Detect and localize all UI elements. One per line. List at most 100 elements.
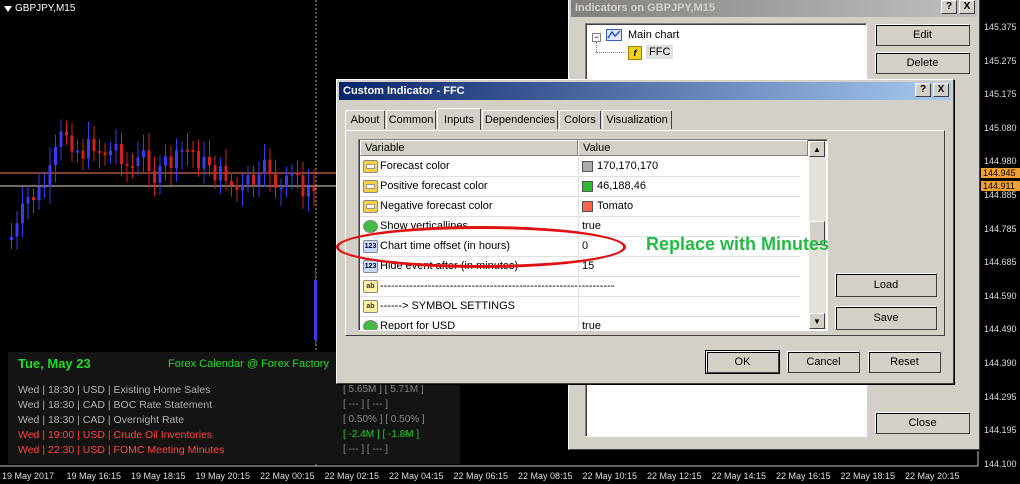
candle-body (125, 164, 129, 167)
color-swatch (582, 180, 593, 192)
time-tick: 19 May 16:15 (66, 471, 122, 481)
reset-button[interactable]: Reset (868, 351, 941, 373)
input-row[interactable]: Negative forecast color Tomato (360, 197, 800, 217)
input-row[interactable]: Report for USD true (360, 317, 800, 331)
tree-ffc[interactable]: FFC (646, 45, 674, 59)
scroll-up-icon[interactable]: ▲ (809, 141, 825, 157)
tab-about[interactable]: About (345, 110, 385, 129)
symbol-label: GBPJPY,M15 (4, 3, 75, 14)
param-value[interactable]: 170,170,170 (582, 160, 658, 172)
candle-body (202, 156, 206, 169)
calendar-date: Tue, May 23 (18, 356, 91, 371)
cancel-button[interactable]: Cancel (787, 351, 860, 373)
param-value[interactable]: true (582, 320, 601, 331)
highlight-ellipse (336, 226, 626, 268)
tab-inputs[interactable]: Inputs (437, 108, 481, 130)
calendar-event-values: [ 5.65M ] [ 5.71M ] (343, 384, 424, 395)
close-button[interactable]: Close (875, 412, 970, 434)
color-swatch (582, 160, 593, 172)
tab-colors[interactable]: Colors (559, 110, 601, 129)
candle-body (76, 150, 79, 153)
dialog-titlebar[interactable]: Custom Indicator - FFC ? X (339, 82, 951, 100)
col-separator (578, 317, 579, 330)
col-separator (578, 197, 579, 217)
candle-body (268, 159, 272, 175)
candle-body (312, 186, 316, 192)
input-row[interactable]: ab --------------------------------------… (360, 277, 800, 297)
tree-line-h (596, 52, 626, 53)
time-tick: 22 May 12:15 (647, 471, 702, 481)
candle-body (10, 236, 13, 240)
input-row[interactable]: ab ------> SYMBOL SETTINGS (360, 297, 800, 317)
candle-body (43, 186, 46, 189)
indicators-title: Indicators on GBPJPY,M15 (575, 2, 715, 14)
price-tick: 144.685 (984, 257, 1017, 268)
time-tick: 22 May 16:15 (776, 471, 831, 481)
col-separator (578, 297, 579, 317)
price-tick: 144.295 (984, 391, 1017, 402)
edit-button[interactable]: Edit (875, 24, 970, 46)
candle-body (37, 186, 41, 201)
ok-button[interactable]: OK (705, 350, 780, 374)
annotation-text: Replace with Minutes (646, 234, 830, 254)
time-tick: 22 May 10:15 (582, 471, 638, 481)
col-variable[interactable]: Variable (360, 140, 578, 156)
tab-common[interactable]: Common (386, 110, 436, 129)
tab-dependencies[interactable]: Dependencies (482, 110, 558, 129)
delete-button[interactable]: Delete (875, 52, 970, 74)
help-button[interactable]: ? (941, 0, 957, 14)
calendar-event: Wed | 19:00 | USD | Crude Oil Inventorie… (18, 429, 213, 441)
param-value-text: true (582, 220, 601, 232)
candle-body (279, 187, 283, 190)
param-value[interactable]: 46,188,46 (582, 180, 646, 192)
collapse-icon[interactable]: − (592, 33, 601, 42)
price-tick: 145.375 (984, 22, 1017, 32)
calendar-event: Wed | 18:30 | CAD | Overnight Rate (18, 414, 185, 426)
param-name: Report for USD (380, 320, 456, 331)
load-button[interactable]: Load (835, 273, 937, 297)
col-value[interactable]: Value (578, 140, 808, 156)
candle-body (81, 150, 85, 159)
col-separator (578, 177, 579, 197)
candle-body (307, 186, 310, 197)
close-x-button[interactable]: X (959, 0, 975, 14)
candle-body (219, 165, 222, 181)
price-tick: 144.100 (984, 458, 1017, 469)
input-row[interactable]: Positive forecast color 46,188,46 (360, 177, 800, 197)
param-value-text: Tomato (597, 200, 634, 212)
candle-body (87, 138, 90, 159)
candle-body (169, 156, 173, 168)
indicators-titlebar[interactable]: Indicators on GBPJPY,M15 ? X (571, 0, 977, 17)
color-param-icon (363, 160, 378, 173)
candle-body (285, 175, 288, 188)
candle-body (26, 196, 30, 204)
price-tick: 144.785 (984, 223, 1017, 234)
candle-body (48, 165, 52, 187)
time-tick: 22 May 18:15 (840, 471, 896, 481)
dialog-title: Custom Indicator - FFC (343, 85, 465, 97)
scroll-down-icon[interactable]: ▼ (809, 313, 825, 329)
current-price-label-1: 144.945 (980, 168, 1020, 178)
param-name: ------> SYMBOL SETTINGS (380, 300, 515, 312)
time-tick: 22 May 00:15 (260, 471, 315, 481)
candle-body (147, 150, 151, 171)
custom-indicator-icon: f (628, 46, 642, 60)
param-value-text: true (582, 320, 601, 331)
dialog-close-x-button[interactable]: X (933, 83, 949, 97)
save-button[interactable]: Save (835, 306, 937, 330)
param-value[interactable]: Tomato (582, 200, 633, 212)
dialog-help-button[interactable]: ? (915, 83, 931, 97)
tab-visualization[interactable]: Visualization (602, 110, 672, 129)
candle-body (103, 152, 107, 156)
input-row[interactable]: Forecast color 170,170,170 (360, 157, 800, 177)
candle-body (257, 174, 261, 185)
tree-main-chart[interactable]: Main chart (628, 29, 679, 41)
calendar-event-values: [ -2.4M ] [ -1.8M ] (343, 429, 420, 440)
string-param-icon: ab (363, 300, 378, 313)
string-param-icon: ab (363, 280, 378, 293)
param-value[interactable]: true (582, 220, 601, 232)
price-tick: 144.590 (984, 290, 1017, 301)
candle-body (186, 149, 189, 152)
calendar-event: Wed | 18:30 | USD | Existing Home Sales (18, 384, 211, 396)
param-value-text: 46,188,46 (597, 180, 646, 192)
